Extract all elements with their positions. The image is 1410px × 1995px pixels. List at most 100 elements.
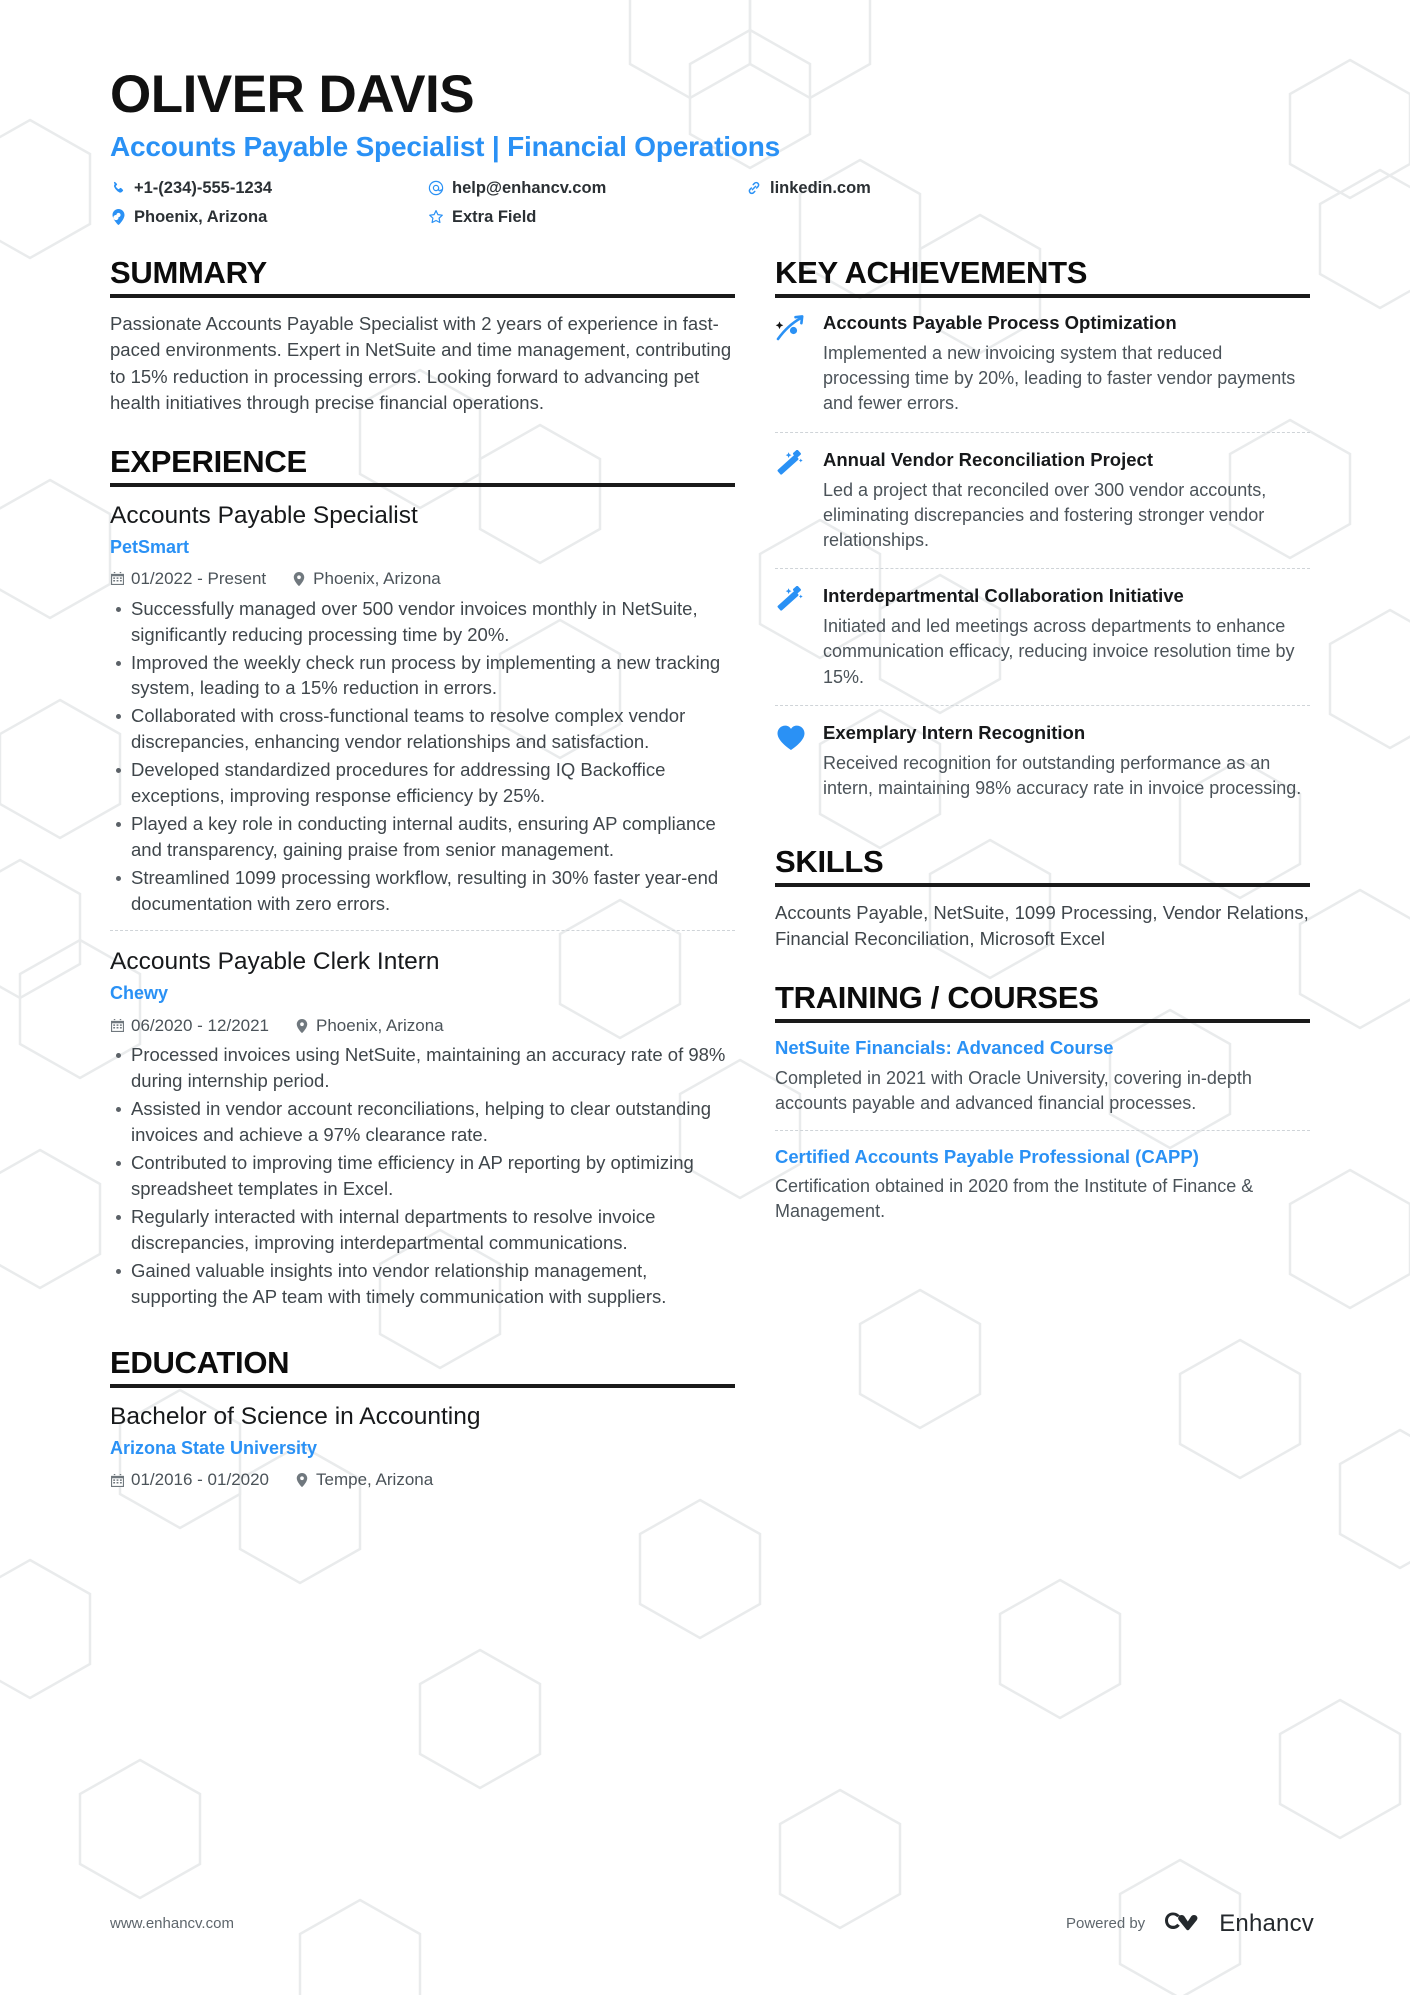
calendar-icon: [110, 1473, 124, 1487]
list-item: Streamlined 1099 processing workflow, re…: [110, 865, 735, 917]
skills-heading: SKILLS: [775, 844, 1310, 887]
education-location-text: Tempe, Arizona: [316, 1470, 434, 1490]
training-title[interactable]: Certified Accounts Payable Professional …: [775, 1145, 1310, 1169]
list-item: Assisted in vendor account reconciliatio…: [110, 1096, 735, 1148]
achievement-description: Implemented a new invoicing system that …: [823, 343, 1296, 414]
achievement-title: Exemplary Intern Recognition: [823, 721, 1086, 743]
list-item: Processed invoices using NetSuite, maint…: [110, 1042, 735, 1094]
resume-page: OLIVER DAVIS Accounts Payable Specialist…: [0, 0, 1410, 1995]
contact-phone-text: +1-(234)-555-1234: [134, 178, 273, 197]
job-location: Phoenix, Arizona: [295, 1014, 444, 1038]
left-column: SUMMARY Passionate Accounts Payable Spec…: [110, 255, 735, 1513]
email-icon: [428, 180, 444, 196]
list-item: Successfully managed over 500 vendor inv…: [110, 596, 735, 648]
achievement-description: Led a project that reconciled over 300 v…: [823, 479, 1267, 551]
job-bullets: Successfully managed over 500 vendor inv…: [110, 596, 735, 917]
heart-icon: [775, 721, 809, 801]
achievement-item: Exemplary Intern Recognition Received re…: [775, 704, 1310, 816]
trajectory-arrow-icon: [775, 311, 809, 417]
magic-wand-icon: [775, 584, 809, 690]
experience-heading: EXPERIENCE: [110, 444, 735, 487]
list-item: Collaborated with cross-functional teams…: [110, 703, 735, 755]
education-dates: 01/2016 - 01/2020: [110, 1468, 269, 1492]
page-title: OLIVER DAVIS: [110, 65, 475, 124]
contact-extra-field: Extra Field: [428, 205, 746, 230]
calendar-icon: [110, 572, 124, 586]
enhancv-logo-icon: [1163, 1906, 1209, 1941]
calendar-icon: [110, 1019, 124, 1033]
job-meta: 06/2020 - 12/2021 Phoenix, Arizona: [110, 1014, 735, 1038]
professional-headline: Accounts Payable Specialist | Financial …: [110, 131, 781, 163]
contact-location: Phoenix, Arizona: [110, 205, 428, 230]
school-name[interactable]: Arizona State University: [110, 1437, 735, 1460]
star-icon: [428, 209, 444, 225]
footer-url[interactable]: www.enhancv.com: [110, 1915, 234, 1932]
section-achievements: KEY ACHIEVEMENTS Accounts Payable Proces…: [775, 255, 1310, 816]
job-location-text: Phoenix, Arizona: [316, 1015, 444, 1035]
job-dates: 01/2022 - Present: [110, 567, 266, 591]
section-education: EDUCATION Bachelor of Science in Account…: [110, 1345, 735, 1511]
training-item: Certified Accounts Payable Professional …: [775, 1129, 1310, 1239]
education-meta: 01/2016 - 01/2020 Tempe, Arizona: [110, 1468, 735, 1492]
training-title[interactable]: NetSuite Financials: Advanced Course: [775, 1036, 1310, 1060]
list-item: Contributed to improving time efficiency…: [110, 1150, 735, 1202]
location-icon: [295, 1473, 309, 1488]
contact-phone[interactable]: +1-(234)-555-1234: [110, 176, 428, 201]
contact-linkedin[interactable]: linkedin.com: [746, 176, 1314, 201]
achievement-item: Accounts Payable Process Optimization Im…: [775, 311, 1310, 432]
education-heading: EDUCATION: [110, 1345, 735, 1389]
achievement-title: Annual Vendor Reconciliation Project: [823, 448, 1153, 470]
summary-text: Passionate Accounts Payable Specialist w…: [110, 313, 732, 413]
job-location: Phoenix, Arizona: [292, 567, 441, 591]
resume-header: OLIVER DAVIS Accounts Payable Specialist…: [110, 65, 1314, 230]
training-heading: TRAINING / COURSES: [775, 980, 1310, 1024]
contact-email-text: help@enhancv.com: [452, 178, 607, 197]
job-dates-text: 01/2022 - Present: [131, 568, 267, 588]
achievement-item: Annual Vendor Reconciliation Project Led…: [775, 431, 1310, 569]
experience-entry: Accounts Payable Specialist PetSmart 01/…: [110, 500, 735, 931]
achievement-item: Interdepartmental Collaboration Initiati…: [775, 568, 1310, 705]
contact-info: +1-(234)-555-1234 help@enhancv.com linke…: [110, 176, 1314, 230]
page-footer: www.enhancv.com Powered by Enhancv: [110, 1906, 1314, 1941]
skills-text: Accounts Payable, NetSuite, 1099 Process…: [775, 901, 1309, 950]
summary-heading: SUMMARY: [110, 255, 735, 299]
education-location: Tempe, Arizona: [295, 1468, 433, 1492]
section-experience: EXPERIENCE Accounts Payable Specialist P…: [110, 444, 735, 1323]
enhancv-brand[interactable]: Enhancv: [1163, 1906, 1314, 1941]
contact-linkedin-text: linkedin.com: [770, 178, 871, 197]
link-icon: [746, 180, 762, 196]
company-name[interactable]: PetSmart: [110, 536, 735, 559]
achievement-title: Accounts Payable Process Optimization: [823, 312, 1177, 334]
job-location-text: Phoenix, Arizona: [313, 568, 441, 588]
enhancv-brand-name: Enhancv: [1219, 1909, 1314, 1937]
achievement-description: Initiated and led meetings across depart…: [823, 616, 1295, 687]
section-skills: SKILLS Accounts Payable, NetSuite, 1099 …: [775, 844, 1310, 952]
powered-by-label: Powered by: [1065, 1915, 1146, 1932]
contact-email[interactable]: help@enhancv.com: [428, 176, 746, 201]
education-entry: Bachelor of Science in Accounting Arizon…: [110, 1401, 735, 1511]
contact-location-text: Phoenix, Arizona: [134, 207, 268, 226]
achievements-heading: KEY ACHIEVEMENTS: [775, 255, 1310, 299]
job-bullets: Processed invoices using NetSuite, maint…: [110, 1042, 735, 1309]
job-meta: 01/2022 - Present Phoenix, Arizona: [110, 567, 735, 591]
achievement-description: Received recognition for outstanding per…: [823, 752, 1302, 799]
right-column: KEY ACHIEVEMENTS Accounts Payable Proces…: [775, 255, 1310, 1240]
magic-wand-icon: [775, 448, 809, 554]
job-title: Accounts Payable Clerk Intern: [110, 948, 440, 976]
phone-icon: [110, 181, 126, 196]
list-item: Played a key role in conducting internal…: [110, 811, 735, 863]
list-item: Regularly interacted with internal depar…: [110, 1204, 735, 1256]
location-icon: [110, 209, 126, 225]
location-icon: [292, 571, 306, 586]
section-training: TRAINING / COURSES NetSuite Financials: …: [775, 980, 1310, 1238]
list-item: Gained valuable insights into vendor rel…: [110, 1258, 735, 1310]
job-dates-text: 06/2020 - 12/2021: [131, 1015, 270, 1035]
list-item: Improved the weekly check run process by…: [110, 650, 735, 702]
achievement-title: Interdepartmental Collaboration Initiati…: [823, 585, 1184, 607]
powered-by: Powered by Enhancv: [1066, 1906, 1314, 1941]
training-description: Completed in 2021 with Oracle University…: [775, 1067, 1252, 1113]
company-name[interactable]: Chewy: [110, 982, 735, 1005]
education-dates-text: 01/2016 - 01/2020: [131, 1470, 270, 1490]
location-icon: [295, 1018, 309, 1033]
section-summary: SUMMARY Passionate Accounts Payable Spec…: [110, 255, 735, 416]
